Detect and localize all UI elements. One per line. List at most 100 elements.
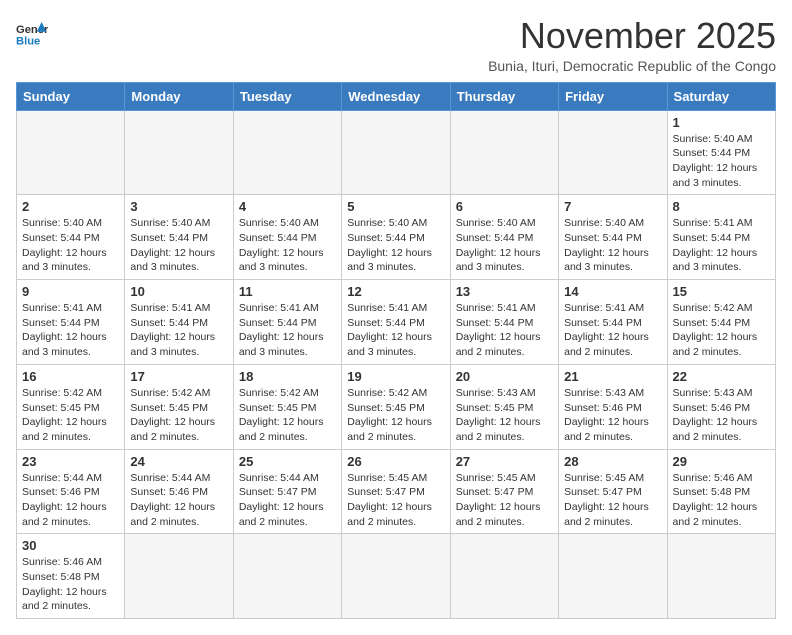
day-info: Sunrise: 5:45 AMSunset: 5:47 PMDaylight:… (564, 471, 661, 530)
week-row-4: 16 Sunrise: 5:42 AMSunset: 5:45 PMDayligh… (17, 364, 776, 449)
day-info: Sunrise: 5:41 AMSunset: 5:44 PMDaylight:… (347, 301, 444, 360)
calendar-cell: 15Sunrise: 5:42 AMSunset: 5:44 PMDayligh… (667, 280, 775, 365)
calendar-cell: 16 Sunrise: 5:42 AMSunset: 5:45 PMDayligh… (17, 364, 125, 449)
logo: General Blue (16, 20, 48, 48)
day-info: Sunrise: 5:43 AMSunset: 5:46 PMDaylight:… (564, 386, 661, 445)
day-info: Sunrise: 5:46 AMSunset: 5:48 PMDaylight:… (673, 471, 770, 530)
weekday-header-monday: Monday (125, 82, 233, 110)
day-number: 10 (130, 284, 227, 299)
day-number: 1 (673, 115, 770, 130)
day-number: 24 (130, 454, 227, 469)
calendar-cell: 8 Sunrise: 5:41 AMSunset: 5:44 PMDaylight… (667, 195, 775, 280)
day-number: 21 (564, 369, 661, 384)
day-info: Sunrise: 5:41 AMSunset: 5:44 PMDaylight:… (564, 301, 661, 360)
day-info: Sunrise: 5:41 AMSunset: 5:44 PMDaylight:… (456, 301, 553, 360)
calendar-cell: 6 Sunrise: 5:40 AMSunset: 5:44 PMDaylight… (450, 195, 558, 280)
calendar-cell: 21 Sunrise: 5:43 AMSunset: 5:46 PMDayligh… (559, 364, 667, 449)
day-info: Sunrise: 5:41 AMSunset: 5:44 PMDaylight:… (673, 216, 770, 275)
calendar-cell: 5Sunrise: 5:40 AMSunset: 5:44 PMDaylight… (342, 195, 450, 280)
week-row-3: 9Sunrise: 5:41 AMSunset: 5:44 PMDaylight… (17, 280, 776, 365)
day-info: Sunrise: 5:42 AMSunset: 5:45 PMDaylight:… (130, 386, 227, 445)
calendar-cell: 27 Sunrise: 5:45 AMSunset: 5:47 PMDayligh… (450, 449, 558, 534)
day-info: Sunrise: 5:40 AMSunset: 5:44 PMDaylight:… (456, 216, 553, 275)
calendar-cell: 13 Sunrise: 5:41 AMSunset: 5:44 PMDayligh… (450, 280, 558, 365)
svg-text:Blue: Blue (16, 35, 40, 47)
week-row-2: 2 Sunrise: 5:40 AMSunset: 5:44 PMDaylight… (17, 195, 776, 280)
day-number: 20 (456, 369, 553, 384)
day-info: Sunrise: 5:41 AMSunset: 5:44 PMDaylight:… (130, 301, 227, 360)
day-info: Sunrise: 5:44 AMSunset: 5:46 PMDaylight:… (22, 471, 119, 530)
day-number: 26 (347, 454, 444, 469)
calendar-cell (667, 534, 775, 619)
subtitle: Bunia, Ituri, Democratic Republic of the… (488, 58, 776, 74)
calendar-cell: 28Sunrise: 5:45 AMSunset: 5:47 PMDayligh… (559, 449, 667, 534)
day-info: Sunrise: 5:42 AMSunset: 5:45 PMDaylight:… (347, 386, 444, 445)
calendar-cell (342, 110, 450, 195)
title-section: November 2025 Bunia, Ituri, Democratic R… (488, 16, 776, 74)
day-number: 30 (22, 538, 119, 553)
calendar-cell (559, 534, 667, 619)
day-number: 19 (347, 369, 444, 384)
day-info: Sunrise: 5:41 AMSunset: 5:44 PMDaylight:… (22, 301, 119, 360)
weekday-header-friday: Friday (559, 82, 667, 110)
calendar-cell: 1 Sunrise: 5:40 AMSunset: 5:44 PMDaylight… (667, 110, 775, 195)
day-number: 14 (564, 284, 661, 299)
day-info: Sunrise: 5:42 AMSunset: 5:45 PMDaylight:… (22, 386, 119, 445)
day-info: Sunrise: 5:45 AMSunset: 5:47 PMDaylight:… (456, 471, 553, 530)
calendar-cell (233, 534, 341, 619)
day-number: 4 (239, 199, 336, 214)
day-info: Sunrise: 5:40 AMSunset: 5:44 PMDaylight:… (130, 216, 227, 275)
day-info: Sunrise: 5:40 AMSunset: 5:44 PMDaylight:… (22, 216, 119, 275)
day-number: 17 (130, 369, 227, 384)
calendar-cell (125, 110, 233, 195)
calendar-cell: 17 Sunrise: 5:42 AMSunset: 5:45 PMDayligh… (125, 364, 233, 449)
calendar-cell: 20 Sunrise: 5:43 AMSunset: 5:45 PMDayligh… (450, 364, 558, 449)
calendar-cell: 4 Sunrise: 5:40 AMSunset: 5:44 PMDaylight… (233, 195, 341, 280)
day-info: Sunrise: 5:46 AMSunset: 5:48 PMDaylight:… (22, 555, 119, 614)
calendar-cell: 14 Sunrise: 5:41 AMSunset: 5:44 PMDayligh… (559, 280, 667, 365)
calendar-cell (559, 110, 667, 195)
calendar-cell (17, 110, 125, 195)
day-info: Sunrise: 5:41 AMSunset: 5:44 PMDaylight:… (239, 301, 336, 360)
day-number: 23 (22, 454, 119, 469)
day-number: 13 (456, 284, 553, 299)
day-info: Sunrise: 5:40 AMSunset: 5:44 PMDaylight:… (347, 216, 444, 275)
day-number: 6 (456, 199, 553, 214)
calendar-cell: 18Sunrise: 5:42 AMSunset: 5:45 PMDayligh… (233, 364, 341, 449)
calendar-cell (450, 110, 558, 195)
weekday-header-row: SundayMondayTuesdayWednesdayThursdayFrid… (17, 82, 776, 110)
calendar-cell (342, 534, 450, 619)
day-info: Sunrise: 5:44 AMSunset: 5:47 PMDaylight:… (239, 471, 336, 530)
day-info: Sunrise: 5:44 AMSunset: 5:46 PMDaylight:… (130, 471, 227, 530)
day-number: 7 (564, 199, 661, 214)
calendar-cell: 25 Sunrise: 5:44 AMSunset: 5:47 PMDayligh… (233, 449, 341, 534)
calendar-cell: 9Sunrise: 5:41 AMSunset: 5:44 PMDaylight… (17, 280, 125, 365)
day-number: 22 (673, 369, 770, 384)
calendar-cell: 7 Sunrise: 5:40 AMSunset: 5:44 PMDaylight… (559, 195, 667, 280)
day-info: Sunrise: 5:40 AMSunset: 5:44 PMDaylight:… (564, 216, 661, 275)
day-info: Sunrise: 5:40 AMSunset: 5:44 PMDaylight:… (673, 132, 770, 191)
day-number: 27 (456, 454, 553, 469)
day-number: 16 (22, 369, 119, 384)
day-number: 25 (239, 454, 336, 469)
day-number: 8 (673, 199, 770, 214)
month-title: November 2025 (488, 16, 776, 56)
header: General Blue November 2025 Bunia, Ituri,… (16, 16, 776, 74)
calendar-cell: 3 Sunrise: 5:40 AMSunset: 5:44 PMDaylight… (125, 195, 233, 280)
week-row-6: 30 Sunrise: 5:46 AMSunset: 5:48 PMDayligh… (17, 534, 776, 619)
weekday-header-sunday: Sunday (17, 82, 125, 110)
week-row-1: 1 Sunrise: 5:40 AMSunset: 5:44 PMDaylight… (17, 110, 776, 195)
weekday-header-thursday: Thursday (450, 82, 558, 110)
weekday-header-saturday: Saturday (667, 82, 775, 110)
day-number: 18 (239, 369, 336, 384)
calendar-cell: 2 Sunrise: 5:40 AMSunset: 5:44 PMDaylight… (17, 195, 125, 280)
day-info: Sunrise: 5:43 AMSunset: 5:45 PMDaylight:… (456, 386, 553, 445)
day-info: Sunrise: 5:43 AMSunset: 5:46 PMDaylight:… (673, 386, 770, 445)
calendar-cell: 24 Sunrise: 5:44 AMSunset: 5:46 PMDayligh… (125, 449, 233, 534)
day-number: 2 (22, 199, 119, 214)
calendar-cell (450, 534, 558, 619)
calendar-cell: 26Sunrise: 5:45 AMSunset: 5:47 PMDayligh… (342, 449, 450, 534)
calendar-cell: 12Sunrise: 5:41 AMSunset: 5:44 PMDayligh… (342, 280, 450, 365)
day-number: 3 (130, 199, 227, 214)
day-info: Sunrise: 5:40 AMSunset: 5:44 PMDaylight:… (239, 216, 336, 275)
